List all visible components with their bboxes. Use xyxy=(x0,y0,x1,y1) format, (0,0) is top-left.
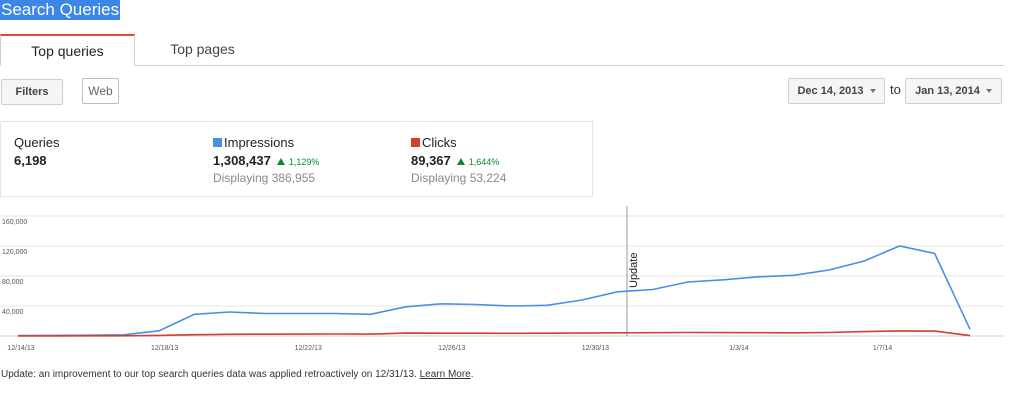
start-date-label: Dec 14, 2013 xyxy=(797,85,864,97)
impressions-label: Impressions xyxy=(224,135,295,150)
start-date-dropdown[interactable]: Dec 14, 2013 xyxy=(788,78,885,104)
x-tick-label: 12/18/13 xyxy=(151,345,178,352)
clicks-displaying: Displaying 53,224 xyxy=(411,171,507,185)
impressions-value: 1,308,437 xyxy=(213,153,271,168)
stats-panel: Queries 6,198 Impressions 1,308,437 1,129… xyxy=(0,121,593,197)
clicks-stat[interactable]: Clicks 89,367 1,644% Displaying 53,224 xyxy=(411,135,506,185)
footnote-text: Update: an improvement to our top search… xyxy=(1,369,420,380)
x-tick-label: 12/14/13 xyxy=(7,345,34,352)
queries-label: Queries xyxy=(14,135,60,150)
impressions-displaying: Displaying 386,955 xyxy=(213,171,316,185)
footnote: Update: an improvement to our top search… xyxy=(1,369,474,380)
end-date-label: Jan 13, 2014 xyxy=(915,85,980,97)
impressions-swatch xyxy=(213,138,222,147)
x-tick-label: 12/22/13 xyxy=(295,345,322,352)
x-tick-label: 12/26/13 xyxy=(438,345,465,352)
chevron-down-icon xyxy=(985,89,992,94)
tab-bar: Top queries Top pages xyxy=(0,34,1004,66)
learn-more-link[interactable]: Learn More xyxy=(420,369,471,380)
clicks-value: 89,367 xyxy=(411,153,451,168)
arrow-up-icon xyxy=(276,158,285,166)
clicks-swatch xyxy=(411,138,420,147)
tab-top-queries[interactable]: Top queries xyxy=(0,34,135,66)
y-tick-label: 120,000 xyxy=(2,249,27,256)
impressions-stat[interactable]: Impressions 1,308,437 1,129% Displaying 3… xyxy=(213,135,319,185)
arrow-up-icon xyxy=(456,158,465,166)
search-queries-chart: 160,000 120,000 80,000 40,000 12/14/13 12/18/… xyxy=(0,206,1004,352)
impressions-change: 1,129% xyxy=(288,157,320,167)
footnote-end: . xyxy=(470,369,474,380)
filters-button[interactable]: Filters xyxy=(1,79,63,105)
clicks-label: Clicks xyxy=(422,135,457,150)
queries-value: 6,198 xyxy=(14,153,47,168)
x-tick-label: 1/3/14 xyxy=(729,345,749,352)
impressions-line xyxy=(17,245,971,337)
web-filter-button[interactable]: Web xyxy=(82,78,119,104)
queries-stat: Queries 6,198 xyxy=(14,135,60,168)
x-tick-label: 1/7/14 xyxy=(873,345,893,352)
tab-top-pages[interactable]: Top pages xyxy=(135,34,270,64)
y-tick-label: 80,000 xyxy=(2,279,24,286)
page-title: Search Queries xyxy=(0,0,121,20)
date-range-separator: to xyxy=(890,82,901,97)
end-date-dropdown[interactable]: Jan 13, 2014 xyxy=(905,78,1002,104)
clicks-line xyxy=(18,330,971,337)
x-tick-label: 12/30/13 xyxy=(582,345,609,352)
y-tick-label: 160,000 xyxy=(2,219,27,226)
y-tick-label: 40,000 xyxy=(2,309,24,316)
update-marker-label: Update xyxy=(628,253,640,288)
chevron-down-icon xyxy=(869,89,876,94)
clicks-change: 1,644% xyxy=(468,157,500,167)
